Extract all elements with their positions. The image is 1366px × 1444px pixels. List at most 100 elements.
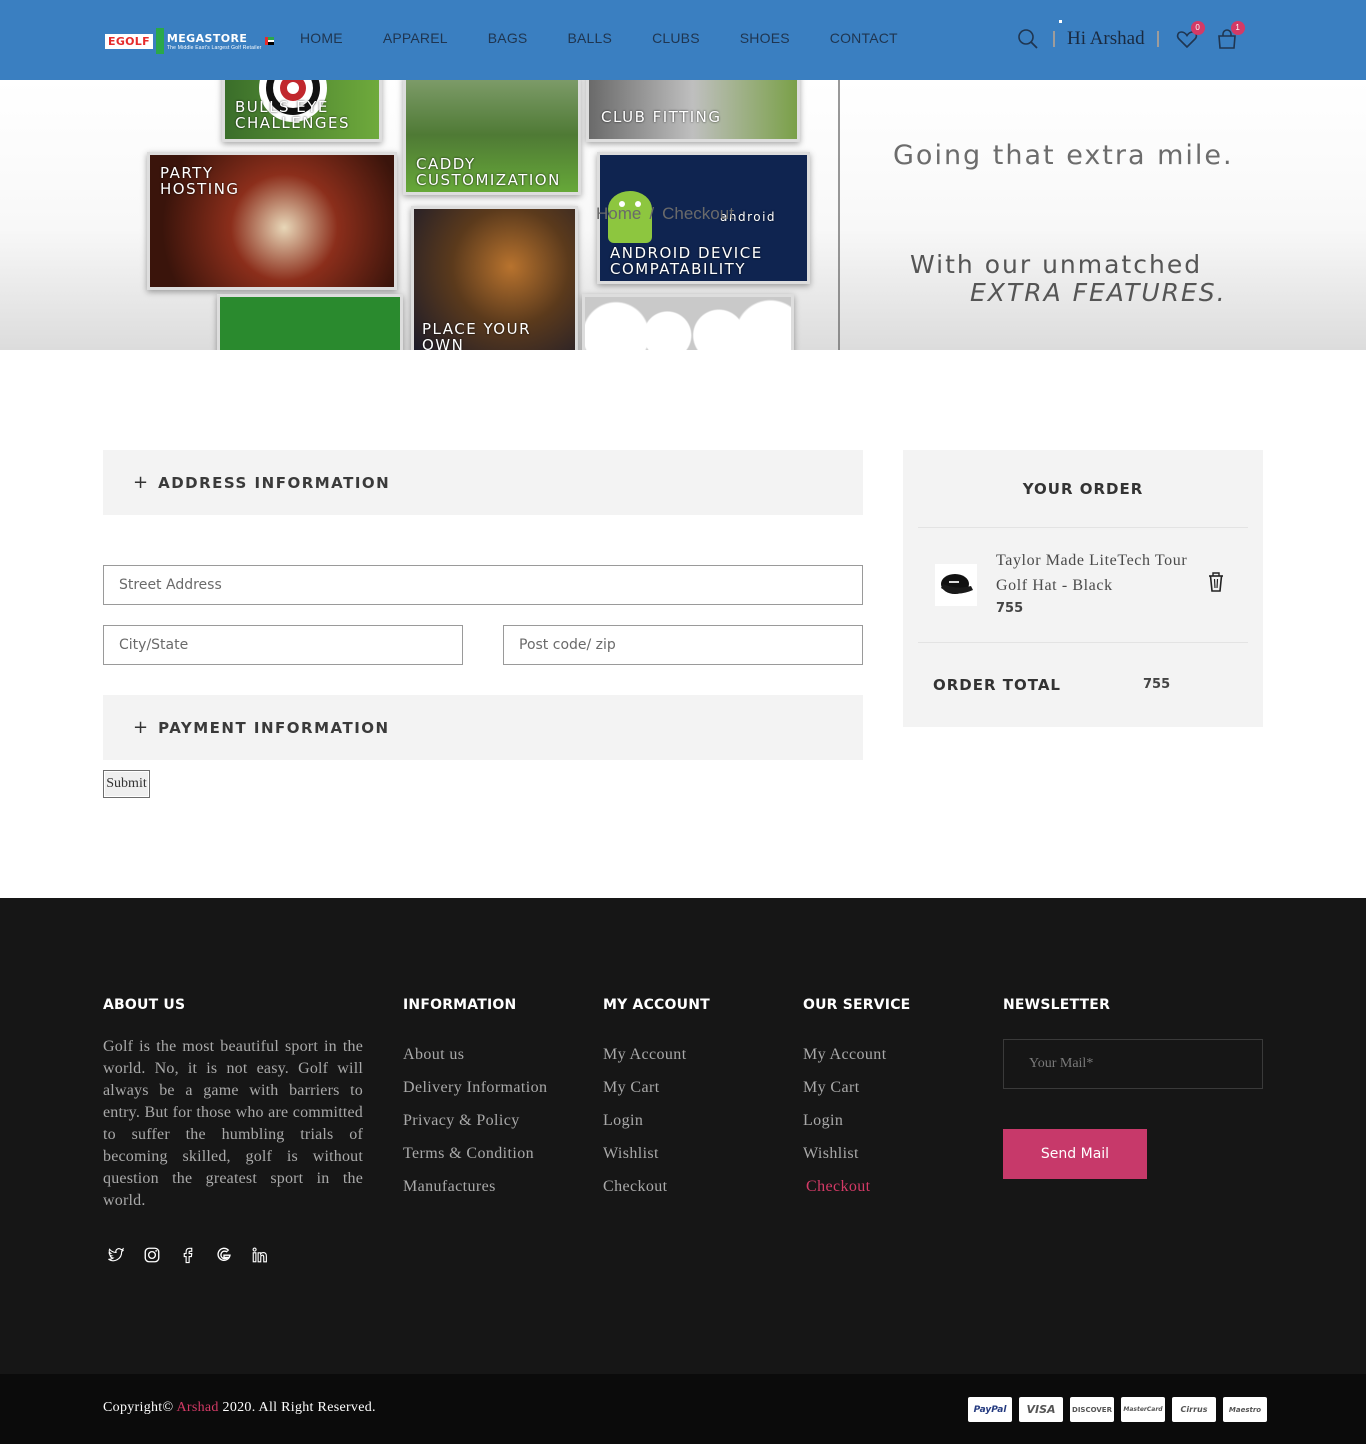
footer-information-heading: INFORMATION xyxy=(403,997,517,1013)
logo-text: MEGASTORE The Middle East's Largest Golf… xyxy=(167,32,262,51)
footer-link[interactable]: My Cart xyxy=(803,1071,910,1104)
nav-contact[interactable]: CONTACT xyxy=(830,30,898,46)
newsletter-email-input[interactable] xyxy=(1003,1039,1263,1089)
footer-newsletter: NEWSLETTER xyxy=(1003,997,1110,1013)
banner-slogan-2: With our unmatched xyxy=(910,250,1203,279)
order-item-price: 755 xyxy=(996,601,1024,616)
footer-link[interactable]: About us xyxy=(403,1038,547,1071)
golf-hat-icon xyxy=(941,574,973,594)
nav-home[interactable]: HOME xyxy=(300,30,343,46)
footer-link[interactable]: My Account xyxy=(603,1038,710,1071)
breadcrumb-current: Checkout xyxy=(662,204,734,223)
payment-heading: PAYMENT INFORMATION xyxy=(158,718,390,737)
product-thumbnail[interactable] xyxy=(935,564,977,606)
footer-link[interactable]: Delivery Information xyxy=(403,1071,547,1104)
tile-label: ANDROID DEVICE COMPATABILITY xyxy=(610,244,763,278)
twitter-icon[interactable] xyxy=(107,1246,125,1264)
tile-label: PARTY HOSTING xyxy=(160,164,240,198)
tile-label: PLACE YOUR OWN xyxy=(422,320,532,350)
city-state-input[interactable] xyxy=(103,625,463,665)
banner-slogan-1: Going that extra mile. xyxy=(893,140,1234,171)
tile-club-fitting: CLUB FITTING xyxy=(586,80,800,142)
plus-icon: + xyxy=(133,471,149,493)
tile-caddy: CADDY CUSTOMIZATION xyxy=(403,80,581,195)
logo-bar xyxy=(155,28,164,54)
footer-link[interactable]: Login xyxy=(603,1104,710,1137)
footer-link-active[interactable]: Checkout xyxy=(803,1170,910,1203)
nav-apparel[interactable]: APPAREL xyxy=(383,30,448,46)
discover-icon: DISCOVER xyxy=(1070,1397,1114,1422)
footer-bottom-bar: Copyright© Arshad 2020. All Right Reserv… xyxy=(0,1374,1366,1444)
search-icon[interactable] xyxy=(1015,26,1041,52)
payment-accordion-toggle[interactable]: + PAYMENT INFORMATION xyxy=(103,695,863,760)
footer-information: INFORMATION About us Delivery Informatio… xyxy=(403,997,547,1203)
nav-shoes[interactable]: SHOES xyxy=(740,30,790,46)
trash-icon xyxy=(1209,572,1223,592)
footer-link[interactable]: Wishlist xyxy=(603,1137,710,1170)
user-greeting[interactable]: Hi Arshad xyxy=(1067,28,1145,50)
breadcrumb-separator: / xyxy=(649,204,655,223)
footer-our-service: OUR SERVICE My Account My Cart Login Wis… xyxy=(803,997,910,1203)
footer-link[interactable]: Manufactures xyxy=(403,1170,547,1203)
mastercard-icon: MasterCard xyxy=(1121,1397,1165,1422)
cart-button[interactable]: 1 xyxy=(1215,21,1245,51)
header-divider xyxy=(1053,31,1055,47)
instagram-icon[interactable] xyxy=(143,1246,161,1264)
copyright-prefix: Copyright© xyxy=(103,1400,174,1415)
footer-link[interactable]: My Cart xyxy=(603,1071,710,1104)
site-footer: ABOUT US Golf is the most beautiful spor… xyxy=(0,898,1366,1374)
google-icon[interactable] xyxy=(215,1246,233,1264)
tile-party-hosting: PARTY HOSTING xyxy=(147,152,397,290)
footer-link[interactable]: Login xyxy=(803,1104,910,1137)
footer-link[interactable]: Wishlist xyxy=(803,1137,910,1170)
linkedin-icon[interactable] xyxy=(251,1246,269,1264)
social-links xyxy=(107,1246,269,1264)
facebook-icon[interactable] xyxy=(179,1246,197,1264)
nav-clubs[interactable]: CLUBS xyxy=(652,30,700,46)
nav-balls[interactable]: BALLS xyxy=(567,30,612,46)
order-title: YOUR ORDER xyxy=(1022,480,1144,498)
order-item-name[interactable]: Taylor Made LiteTech Tour Golf Hat - Bla… xyxy=(996,548,1206,598)
address-accordion-toggle[interactable]: + ADDRESS INFORMATION xyxy=(103,450,863,515)
breadcrumb: Home / Checkout xyxy=(596,204,734,224)
banner-divider xyxy=(838,80,840,350)
uae-flag-icon xyxy=(264,37,274,46)
tile-label: BULLS EYE CHALLENGES xyxy=(235,98,351,132)
tile-scoreboard xyxy=(217,294,403,350)
footer-about-heading: ABOUT US xyxy=(103,997,186,1013)
cirrus-icon: Cirrus xyxy=(1172,1397,1216,1422)
footer-information-list: About us Delivery Information Privacy & … xyxy=(403,1038,547,1203)
remove-item-button[interactable] xyxy=(1206,570,1226,594)
tile-place-your-own: PLACE YOUR OWN xyxy=(411,206,578,350)
copyright-name[interactable]: Arshad xyxy=(176,1400,218,1415)
cart-count-badge: 1 xyxy=(1230,21,1245,35)
plus-icon: + xyxy=(133,716,149,738)
street-address-input[interactable] xyxy=(103,565,863,605)
footer-about: ABOUT US Golf is the most beautiful spor… xyxy=(103,997,363,1212)
footer-link[interactable]: Privacy & Policy xyxy=(403,1104,547,1137)
footer-link[interactable]: Checkout xyxy=(603,1170,710,1203)
nav-bags[interactable]: BAGS xyxy=(488,30,528,46)
tile-bulls-eye: BULLS EYE CHALLENGES xyxy=(222,80,382,142)
tile-golf-balls xyxy=(582,294,794,350)
copyright: Copyright© Arshad 2020. All Right Reserv… xyxy=(103,1400,376,1416)
submit-button[interactable]: Submit xyxy=(103,770,150,798)
footer-link[interactable]: My Account xyxy=(803,1038,910,1071)
visa-icon: VISA xyxy=(1019,1397,1063,1422)
footer-link[interactable]: Terms & Condition xyxy=(403,1137,547,1170)
site-logo[interactable]: EGOLF MEGASTORE The Middle East's Larges… xyxy=(105,28,274,54)
postcode-input[interactable] xyxy=(503,625,863,665)
footer-newsletter-heading: NEWSLETTER xyxy=(1003,997,1111,1013)
send-mail-button[interactable]: Send Mail xyxy=(1003,1129,1147,1179)
breadcrumb-home[interactable]: Home xyxy=(596,204,641,224)
divider xyxy=(918,642,1248,643)
header-actions: Hi Arshad 0 1 xyxy=(1015,21,1245,56)
logo-brand-right: MEGASTORE xyxy=(166,31,248,45)
logo-tagline: The Middle East's Largest Golf Retailer xyxy=(166,44,262,51)
footer-our-service-list: My Account My Cart Login Wishlist Checko… xyxy=(803,1038,910,1203)
main-nav: HOME APPAREL BAGS BALLS CLUBS SHOES CONT… xyxy=(300,30,898,46)
wishlist-button[interactable]: 0 xyxy=(1175,21,1205,51)
divider xyxy=(918,527,1248,528)
logo-brand-left: EGOLF xyxy=(105,33,153,49)
tile-label: CLUB FITTING xyxy=(601,108,722,126)
